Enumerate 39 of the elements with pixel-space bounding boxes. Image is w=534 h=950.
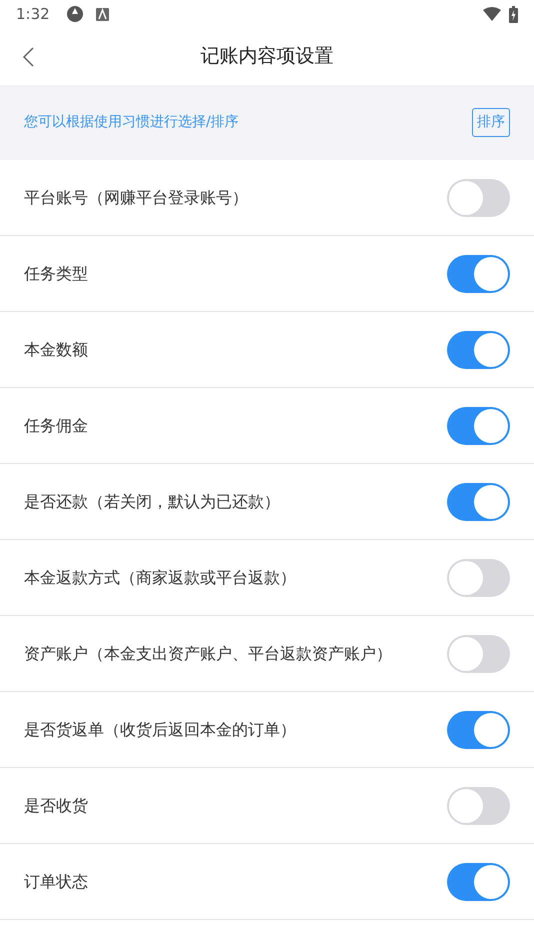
toggle-switch[interactable] <box>447 558 510 596</box>
toggle-switch[interactable] <box>447 862 510 900</box>
toggle-knob <box>449 636 483 670</box>
setting-label: 任务类型 <box>24 262 88 284</box>
toggle-knob <box>449 180 483 214</box>
toggle-switch[interactable] <box>447 254 510 292</box>
toggle-switch[interactable] <box>447 406 510 444</box>
toggle-switch[interactable] <box>447 710 510 748</box>
setting-label: 订单状态 <box>24 870 88 892</box>
setting-label: 资产账户（本金支出资产账户、平台返款资产账户） <box>24 642 392 664</box>
app-icon <box>66 5 84 23</box>
setting-label: 任务佣金 <box>24 414 88 436</box>
toggle-switch[interactable] <box>447 786 510 824</box>
toggle-knob <box>474 408 508 442</box>
sort-button[interactable]: 排序 <box>472 108 510 137</box>
page-title: 记账内容项设置 <box>200 44 334 70</box>
hint-text: 您可以根据使用习惯进行选择/排序 <box>24 113 239 132</box>
toggle-knob <box>474 484 508 518</box>
setting-label: 是否还款（若关闭，默认为已还款） <box>24 490 280 512</box>
setting-label: 是否货返单（收货后返回本金的订单） <box>24 718 296 740</box>
toggle-knob <box>474 256 508 290</box>
toggle-knob <box>449 560 483 594</box>
toggle-switch[interactable] <box>447 634 510 672</box>
toggle-switch[interactable] <box>447 330 510 368</box>
keyboard-icon <box>96 8 109 20</box>
wifi-icon <box>483 7 501 21</box>
toggle-knob <box>474 332 508 366</box>
toggle-knob <box>474 712 508 746</box>
back-icon <box>22 46 34 66</box>
toggle-knob <box>474 864 508 898</box>
setting-label: 本金数额 <box>24 338 88 360</box>
status-time: 1:32 <box>16 4 50 25</box>
battery-icon <box>509 6 518 22</box>
setting-label: 平台账号（网赚平台登录账号） <box>24 186 248 208</box>
setting-label: 是否收货 <box>24 794 88 816</box>
toggle-knob <box>449 788 483 822</box>
setting-label: 本金返款方式（商家返款或平台返款） <box>24 566 296 588</box>
toggle-switch[interactable] <box>447 178 510 216</box>
toggle-switch[interactable] <box>447 482 510 520</box>
